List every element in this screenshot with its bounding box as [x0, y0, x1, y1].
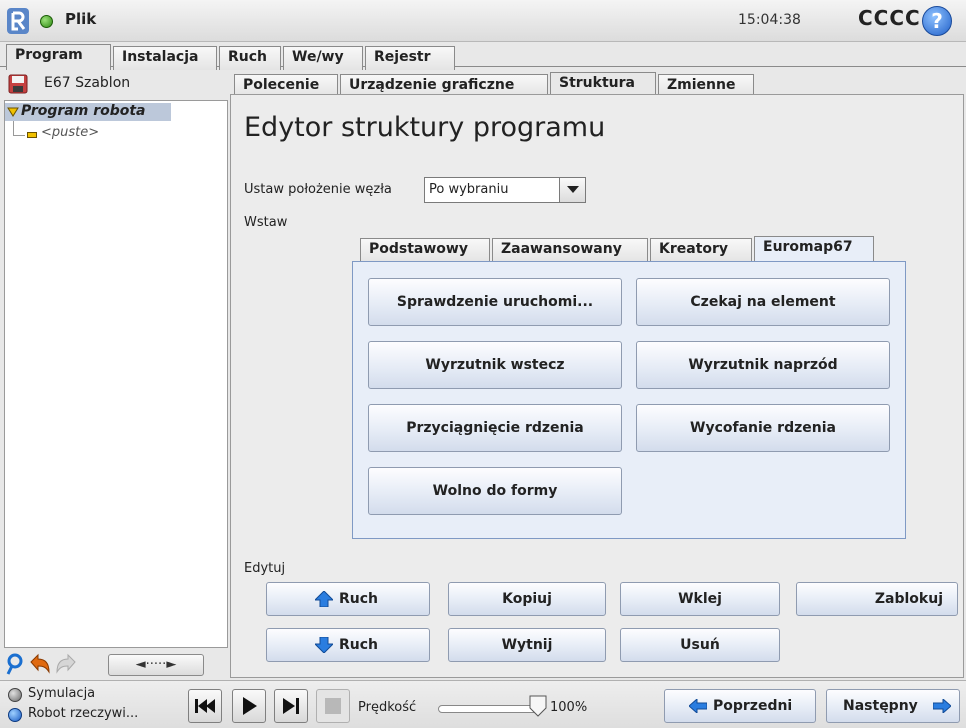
expand-triangle-icon[interactable]: [7, 106, 19, 118]
tab-ruch[interactable]: Ruch: [219, 46, 281, 70]
tree-toolbar: ◄·····►: [4, 650, 228, 678]
speed-label: Prędkość: [358, 700, 417, 715]
next-label: Następny: [843, 698, 918, 714]
tab-program[interactable]: Program: [6, 44, 111, 70]
logo-icon: [7, 8, 29, 34]
cut-button[interactable]: Wytnij: [448, 628, 606, 662]
tab-urzadzenie-graficzne[interactable]: Urządzenie graficzne: [340, 74, 548, 96]
arrow-right-icon: [933, 699, 951, 713]
previous-button[interactable]: Poprzedni: [664, 689, 816, 723]
tree-child-label[interactable]: <puste>: [41, 125, 99, 140]
real-robot-radio[interactable]: [8, 708, 22, 722]
move-up-button[interactable]: Ruch: [266, 582, 430, 616]
program-tree[interactable]: Program robota <puste>: [4, 100, 228, 648]
search-icon[interactable]: [4, 652, 26, 676]
arrow-up-icon: [315, 591, 333, 607]
previous-label: Poprzedni: [713, 698, 793, 714]
core-retract-button[interactable]: Wycofanie rdzenia: [636, 404, 890, 452]
undo-icon[interactable]: [28, 652, 52, 676]
clock: 15:04:38: [738, 12, 801, 28]
tree-root-label[interactable]: Program robota: [21, 103, 146, 119]
move-down-label: Ruch: [339, 637, 379, 653]
file-menu[interactable]: Plik: [65, 10, 96, 28]
save-icon[interactable]: [8, 74, 28, 94]
program-name: E67 Szablon: [44, 75, 131, 91]
insert-label: Wstaw: [244, 215, 288, 230]
bottom-bar: [0, 680, 966, 728]
tab-kreatory[interactable]: Kreatory: [650, 238, 752, 262]
next-button[interactable]: Następny: [826, 689, 960, 723]
arrow-down-icon: [315, 637, 333, 653]
tree-line: [13, 135, 25, 136]
position-select[interactable]: Po wybraniu: [424, 177, 586, 203]
core-pull-button[interactable]: Przyciągnięcie rdzenia: [368, 404, 622, 452]
tree-line: [13, 121, 14, 135]
wait-for-part-button[interactable]: Czekaj na element: [636, 278, 890, 326]
tab-we-wy[interactable]: We/wy: [283, 46, 363, 70]
title-bar: [0, 0, 966, 42]
position-select-value: Po wybraniu: [429, 182, 509, 197]
copy-button[interactable]: Kopiuj: [448, 582, 606, 616]
start-check-button[interactable]: Sprawdzenie uruchomi...: [368, 278, 622, 326]
rewind-icon[interactable]: [188, 689, 222, 723]
lock-button[interactable]: Zablokuj: [796, 582, 958, 616]
arrow-left-icon: [689, 699, 707, 713]
real-robot-label[interactable]: Robot rzeczywi...: [28, 706, 138, 721]
edit-label: Edytuj: [244, 561, 286, 576]
play-icon[interactable]: [232, 689, 266, 723]
ejector-forward-button[interactable]: Wyrzutnik naprzód: [636, 341, 890, 389]
help-icon[interactable]: ?: [922, 6, 952, 36]
robot-name: CCCC: [858, 6, 921, 30]
tab-podstawowy[interactable]: Podstawowy: [360, 238, 490, 262]
move-down-button[interactable]: Ruch: [266, 628, 430, 662]
empty-node-icon: [27, 132, 37, 138]
tab-euromap67[interactable]: Euromap67: [754, 236, 874, 262]
speed-value: 100%: [550, 700, 588, 715]
tab-polecenie[interactable]: Polecenie: [234, 74, 338, 96]
delete-button[interactable]: Usuń: [620, 628, 780, 662]
chevron-down-icon[interactable]: [559, 178, 585, 202]
tab-instalacja[interactable]: Instalacja: [113, 46, 217, 70]
simulation-radio[interactable]: [8, 688, 22, 702]
simulation-label[interactable]: Symulacja: [28, 686, 95, 701]
tab-zmienne[interactable]: Zmienne: [658, 74, 754, 96]
speed-slider[interactable]: [438, 705, 538, 713]
move-up-label: Ruch: [339, 591, 379, 607]
page-title: Edytor struktury programu: [244, 112, 606, 143]
step-icon[interactable]: [274, 689, 308, 723]
redo-icon[interactable]: [54, 652, 78, 676]
ejector-back-button[interactable]: Wyrzutnik wstecz: [368, 341, 622, 389]
tab-struktura[interactable]: Struktura: [550, 72, 656, 96]
free-to-mould-button[interactable]: Wolno do formy: [368, 467, 622, 515]
status-dot-icon: [40, 15, 53, 28]
tree-nav-arrows[interactable]: ◄·····►: [108, 654, 204, 676]
tab-zaawansowany[interactable]: Zaawansowany: [492, 238, 648, 262]
tab-rejestr[interactable]: Rejestr: [365, 46, 455, 70]
position-label: Ustaw położenie węzła: [244, 182, 392, 197]
paste-button[interactable]: Wklej: [620, 582, 780, 616]
program-header: E67 Szablon: [4, 68, 228, 100]
speed-slider-thumb[interactable]: [529, 695, 547, 717]
stop-icon[interactable]: [316, 689, 350, 723]
